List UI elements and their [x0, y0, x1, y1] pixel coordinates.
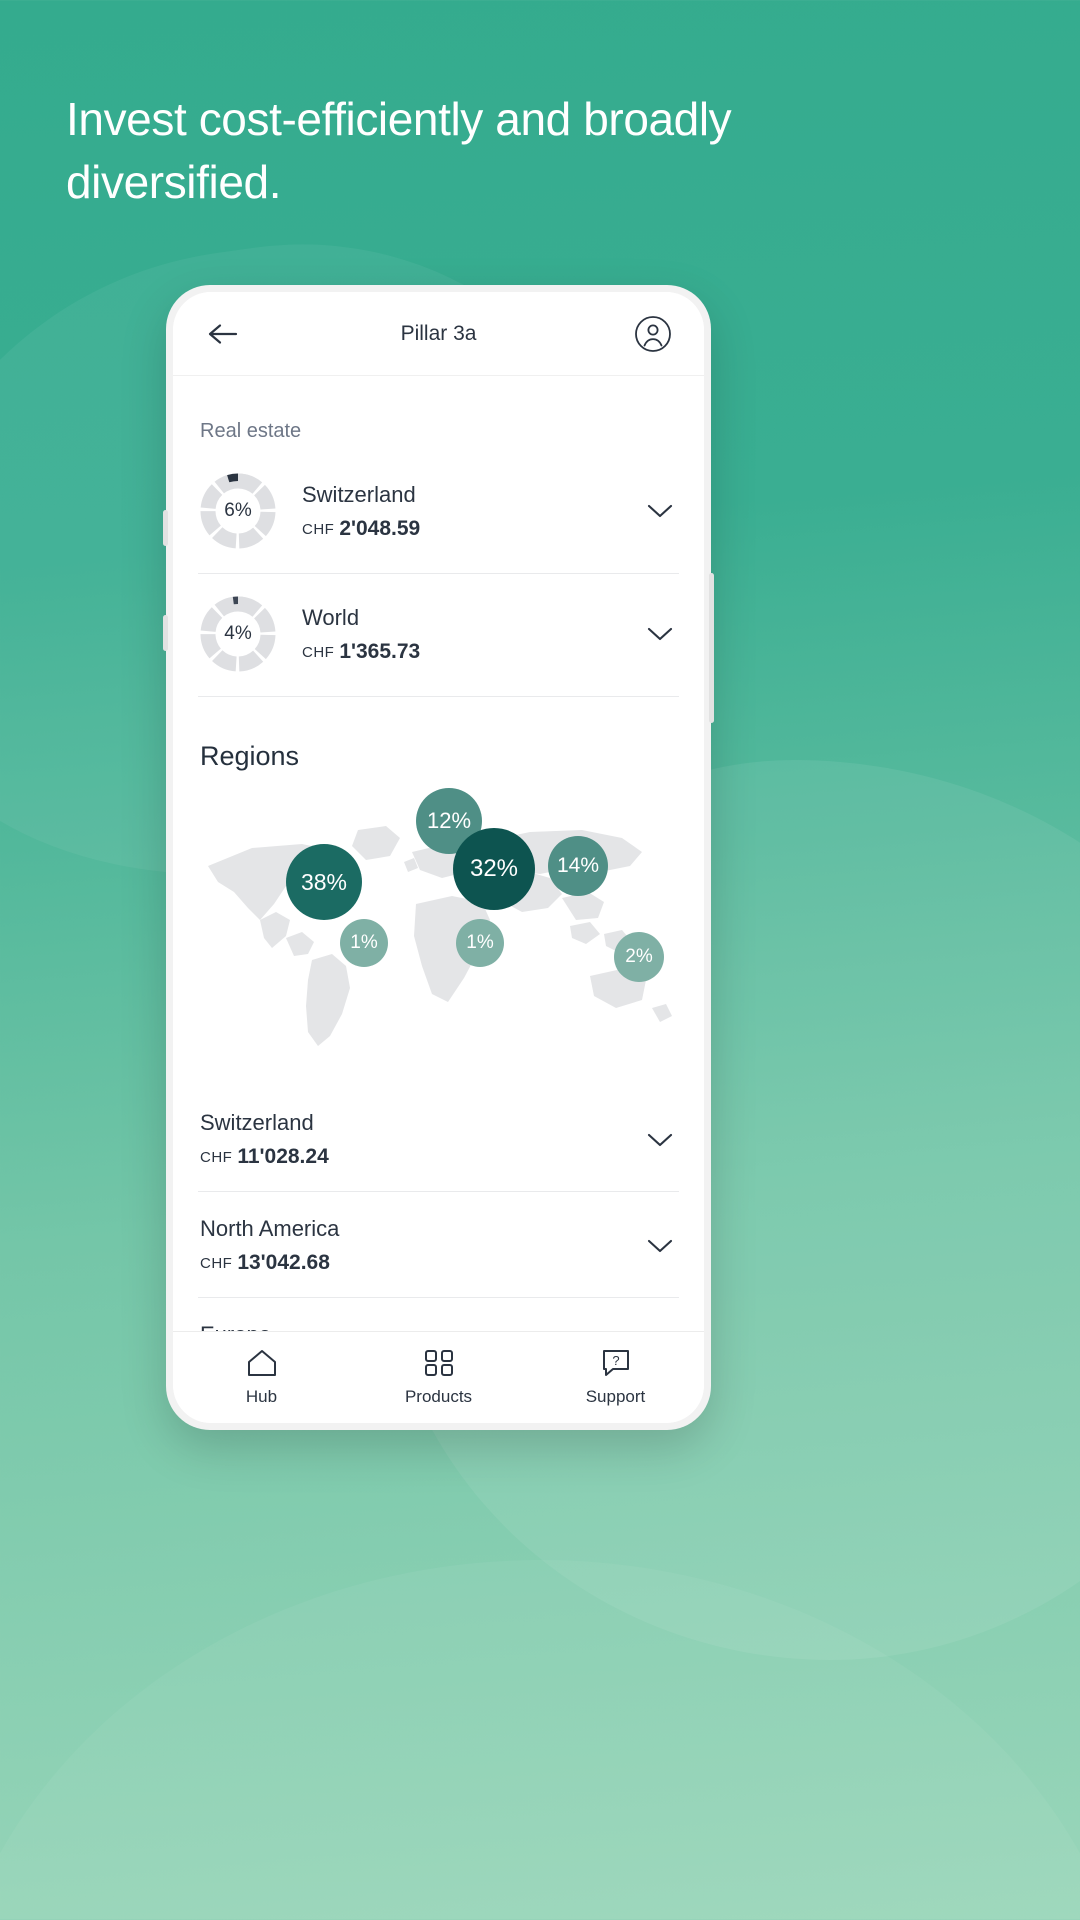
map-bubble-label: 38%	[300, 868, 348, 895]
region-text: Europe CHF3'960.61	[200, 1322, 643, 1331]
bottom-navigation: Hub Products ? Support	[173, 1331, 704, 1423]
donut-chart: 4%	[200, 596, 276, 672]
map-bubble-label: 14%	[556, 854, 600, 877]
amount-value: 13'042.68	[237, 1251, 330, 1274]
asset-name: World	[302, 604, 360, 630]
map-bubble-label: 32%	[469, 855, 519, 882]
asset-amount: CHF 1'365.73	[302, 640, 643, 664]
map-bubble-38[interactable]: 38%	[286, 844, 362, 920]
expand-button[interactable]	[643, 494, 677, 528]
expand-button[interactable]	[643, 1123, 677, 1157]
expand-button[interactable]	[643, 617, 677, 651]
map-bubble-south-america-1[interactable]: 1%	[340, 919, 388, 967]
region-row[interactable]: Switzerland CHF 11'028.24	[198, 1086, 679, 1192]
nav-item-products[interactable]: Products	[350, 1348, 527, 1407]
map-bubble-africa-1[interactable]: 1%	[456, 919, 504, 967]
donut-percent-label: 6%	[224, 500, 252, 521]
app-scroll-body[interactable]: Real estate 6% Switzerland CHF 2'048.59 …	[173, 377, 704, 1331]
nav-item-hub[interactable]: Hub	[173, 1348, 350, 1407]
asset-name: Switzerland	[302, 481, 416, 507]
map-bubble-label: 1%	[466, 932, 494, 953]
home-icon	[247, 1350, 276, 1376]
map-bubble-label: 2%	[625, 946, 653, 967]
chevron-down-icon	[647, 627, 673, 641]
map-bubble-oceania-2[interactable]: 2%	[614, 932, 664, 982]
svg-text:?: ?	[612, 1353, 619, 1368]
asset-row[interactable]: 6% Switzerland CHF 2'048.59	[198, 451, 679, 574]
power-button	[709, 573, 714, 723]
account-circle-icon	[635, 315, 671, 352]
donut-percent-label: 4%	[224, 623, 252, 644]
region-row[interactable]: North America CHF 13'042.68	[198, 1192, 679, 1298]
regions-map[interactable]: + 12% 32% 14% 38% 1% 1%	[198, 786, 679, 1086]
map-bubble-32[interactable]: 32%	[453, 828, 535, 910]
account-button[interactable]	[632, 313, 674, 355]
nav-label: Support	[585, 1387, 646, 1406]
regions-title: Regions	[200, 741, 300, 771]
nav-label: Hub	[245, 1387, 278, 1406]
amount-value: 1'365.73	[339, 639, 421, 663]
currency-label: CHF	[302, 643, 335, 661]
region-amount: CHF 11'028.24	[200, 1145, 643, 1169]
currency-label: CHF	[200, 1149, 233, 1166]
chevron-down-icon	[647, 1133, 673, 1146]
nav-item-support[interactable]: ? Support	[527, 1348, 704, 1407]
region-row[interactable]: Europe CHF3'960.61	[198, 1298, 679, 1331]
nav-label: Products	[404, 1387, 473, 1406]
volume-up-button	[163, 510, 168, 546]
promo-headline: Invest cost-efficiently and broadly dive…	[66, 93, 732, 208]
region-name: Switzerland	[200, 1110, 314, 1135]
currency-label: CHF	[200, 1255, 233, 1272]
region-text: North America CHF 13'042.68	[200, 1216, 643, 1275]
chevron-down-icon	[647, 1239, 673, 1252]
amount-value: 2'048.59	[339, 516, 421, 540]
phone-mockup: Pillar 3a Real estate 6% Switzerland CHF…	[163, 285, 714, 1430]
volume-down-button	[163, 615, 168, 651]
section-label-real-estate: Real estate	[200, 420, 302, 442]
asset-row[interactable]: 4% World CHF 1'365.73	[198, 574, 679, 697]
phone-screen: Pillar 3a Real estate 6% Switzerland CHF…	[173, 292, 704, 1423]
expand-button[interactable]	[643, 1229, 677, 1263]
asset-amount: CHF 2'048.59	[302, 517, 643, 541]
map-bubble-14[interactable]: 14%	[548, 836, 608, 896]
page-title: Pillar 3a	[400, 321, 477, 345]
currency-label: CHF	[302, 520, 335, 538]
app-header: Pillar 3a	[173, 292, 704, 376]
region-amount: CHF 13'042.68	[200, 1251, 643, 1275]
amount-value: 11'028.24	[237, 1145, 329, 1168]
region-name: North America	[200, 1216, 340, 1241]
arrow-left-icon	[208, 323, 238, 344]
grid-icon	[424, 1350, 453, 1376]
donut-chart: 6%	[200, 473, 276, 549]
chevron-down-icon	[647, 504, 673, 518]
help-chat-icon: ?	[602, 1350, 629, 1376]
region-name: Europe	[200, 1322, 643, 1331]
asset-text: World CHF 1'365.73	[302, 605, 643, 664]
asset-text: Switzerland CHF 2'048.59	[302, 482, 643, 541]
map-bubble-label: 1%	[350, 932, 378, 953]
back-button[interactable]	[203, 314, 243, 354]
region-text: Switzerland CHF 11'028.24	[200, 1110, 643, 1169]
map-bubble-label: 12%	[426, 808, 472, 833]
